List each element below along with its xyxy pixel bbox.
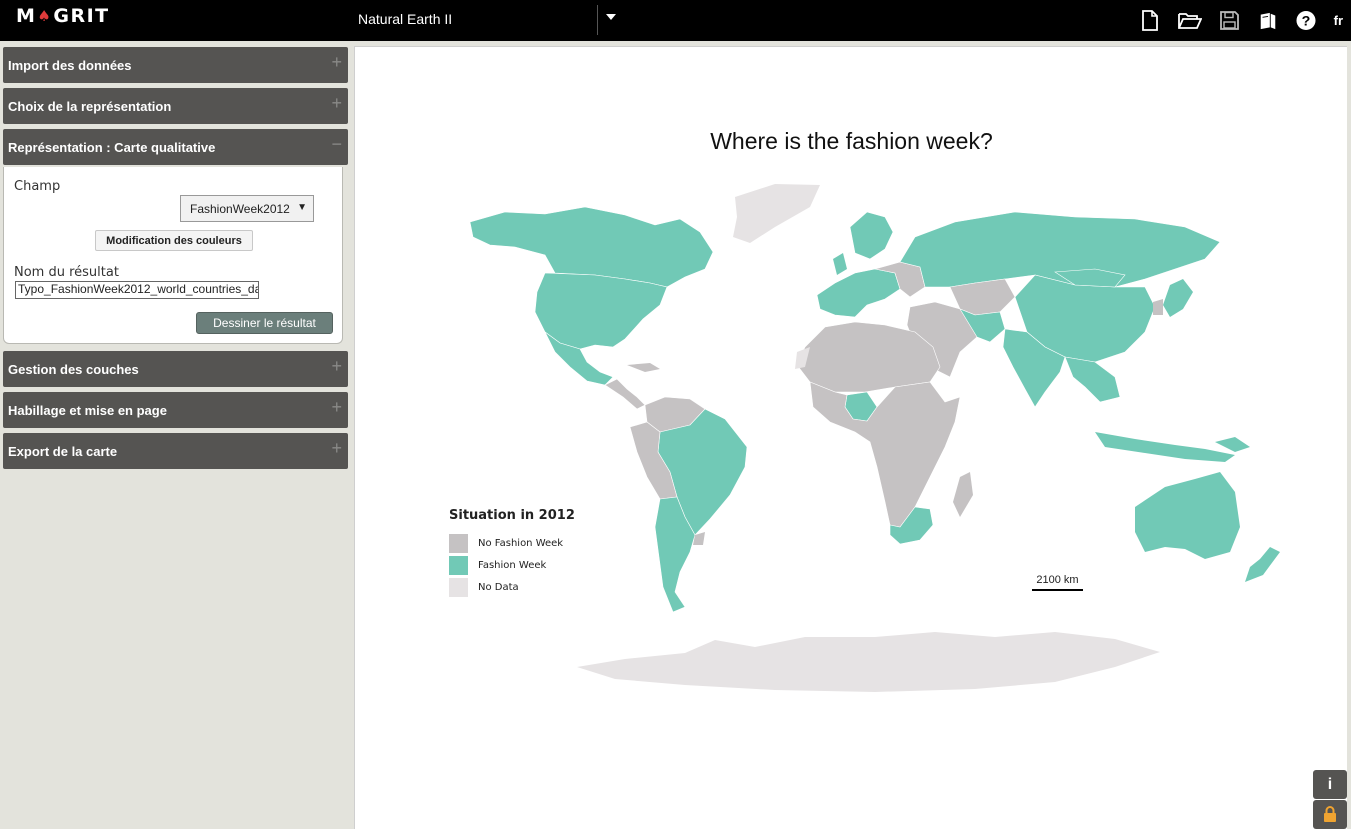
legend-label: No Fashion Week (478, 537, 564, 549)
legend-item: No Fashion Week (449, 532, 575, 554)
country-new-zealand[interactable] (1245, 547, 1280, 582)
section-qualitative-map[interactable]: Représentation : Carte qualitative − (3, 129, 348, 165)
country-antarctica[interactable] (577, 632, 1160, 692)
country-korea[interactable] (1153, 299, 1163, 315)
chevron-down-icon[interactable] (606, 14, 616, 20)
section-label: Export de la carte (8, 443, 118, 459)
legend-swatch (449, 577, 468, 597)
new-file-icon[interactable] (1140, 10, 1160, 32)
country-madagascar[interactable] (953, 472, 973, 517)
plus-icon[interactable]: + (331, 438, 342, 459)
projection-divider (597, 5, 598, 35)
legend-label: Fashion Week (478, 559, 547, 571)
open-folder-icon[interactable] (1177, 10, 1202, 32)
top-bar: M ♠ GRIT Natural Earth II ? fr (0, 0, 1351, 41)
country-usa[interactable] (534, 272, 668, 350)
info-icon: i (1327, 775, 1333, 793)
country-australia[interactable] (1135, 472, 1240, 559)
section-label: Habillage et mise en page (8, 402, 167, 418)
toolbar-icons: ? fr (1140, 0, 1351, 41)
section-export[interactable]: Export de la carte + (3, 433, 348, 469)
legend-item: Fashion Week (449, 554, 575, 576)
section-header-qualitative-map[interactable]: Représentation : Carte qualitative − (3, 129, 348, 165)
map-title[interactable]: Where is the fashion week? (355, 128, 1348, 155)
plus-icon[interactable]: + (331, 397, 342, 418)
legend-swatch (449, 555, 468, 575)
country-russia[interactable] (899, 211, 1221, 288)
country-greenland[interactable] (733, 184, 820, 243)
world-map[interactable] (355, 47, 1348, 829)
country-papua[interactable] (1215, 437, 1250, 452)
qualitative-map-options: Champ FashionWeek2012 ▼ Modification des… (3, 167, 343, 344)
save-icon[interactable] (1220, 10, 1240, 32)
section-header-representation-choice[interactable]: Choix de la représentation + (3, 88, 348, 124)
section-header-import[interactable]: Import des données + (3, 47, 348, 83)
section-header-layers[interactable]: Gestion des couches + (3, 351, 348, 387)
country-central-america[interactable] (604, 378, 646, 410)
country-uk[interactable] (833, 253, 847, 275)
legend-item: No Data (449, 576, 575, 598)
section-label: Représentation : Carte qualitative (8, 139, 216, 155)
field-select-value: FashionWeek2012 (190, 201, 290, 216)
help-icon[interactable]: ? (1296, 10, 1316, 32)
scale-bar[interactable]: 2100 km (1032, 574, 1083, 591)
section-layout[interactable]: Habillage et mise en page + (3, 392, 348, 428)
result-name-label: Nom du résultat (14, 265, 119, 280)
legend-label: No Data (478, 581, 519, 593)
legend-title: Situation in 2012 (449, 508, 575, 523)
caret-down-icon: ▼ (297, 202, 307, 213)
lock-button[interactable] (1313, 800, 1347, 829)
section-label: Gestion des couches (8, 361, 139, 377)
plus-icon[interactable]: + (331, 52, 342, 73)
map-canvas[interactable]: Where is the fashion week? Situation in … (354, 46, 1347, 829)
section-label: Import des données (8, 57, 132, 73)
lock-icon (1324, 806, 1336, 822)
country-caribbean[interactable] (627, 363, 660, 372)
scale-label: 2100 km (1036, 574, 1079, 586)
draw-result-button[interactable]: Dessiner le résultat (196, 312, 333, 334)
country-central-africa[interactable] (809, 381, 961, 528)
country-indonesia[interactable] (1095, 432, 1235, 462)
result-name-input[interactable]: Typo_FashionWeek2012_world_countries_dat… (15, 281, 259, 299)
language-toggle[interactable]: fr (1334, 13, 1343, 28)
section-layers[interactable]: Gestion des couches + (3, 351, 348, 387)
minus-icon[interactable]: − (331, 134, 342, 155)
field-label: Champ (14, 179, 61, 194)
logo-text-right: GRIT (53, 5, 110, 27)
country-southeast-asia[interactable] (1064, 356, 1121, 403)
section-label: Choix de la représentation (8, 98, 172, 114)
book-icon[interactable] (1258, 10, 1278, 32)
edit-colors-button[interactable]: Modification des couleurs (95, 230, 253, 251)
section-representation-choice[interactable]: Choix de la représentation + (3, 88, 348, 124)
section-header-export[interactable]: Export de la carte + (3, 433, 348, 469)
section-header-layout[interactable]: Habillage et mise en page + (3, 392, 348, 428)
app-logo: M ♠ GRIT (16, 5, 110, 27)
plus-icon[interactable]: + (331, 356, 342, 377)
country-scandinavia[interactable] (849, 211, 894, 260)
scale-line (1032, 589, 1083, 591)
country-japan[interactable] (1163, 279, 1193, 317)
info-button[interactable]: i (1313, 770, 1347, 799)
logo-text-left: M (16, 5, 37, 27)
country-western-europe[interactable] (816, 268, 901, 318)
logo-mark-icon: ♠ (37, 7, 53, 25)
svg-text:?: ? (1301, 13, 1310, 29)
legend-swatch (449, 533, 468, 553)
field-select[interactable]: FashionWeek2012 ▼ (180, 195, 314, 222)
map-legend[interactable]: Situation in 2012 No Fashion Week Fashio… (449, 508, 575, 598)
plus-icon[interactable]: + (331, 93, 342, 114)
projection-select[interactable]: Natural Earth II (358, 11, 452, 27)
section-import[interactable]: Import des données + (3, 47, 348, 83)
